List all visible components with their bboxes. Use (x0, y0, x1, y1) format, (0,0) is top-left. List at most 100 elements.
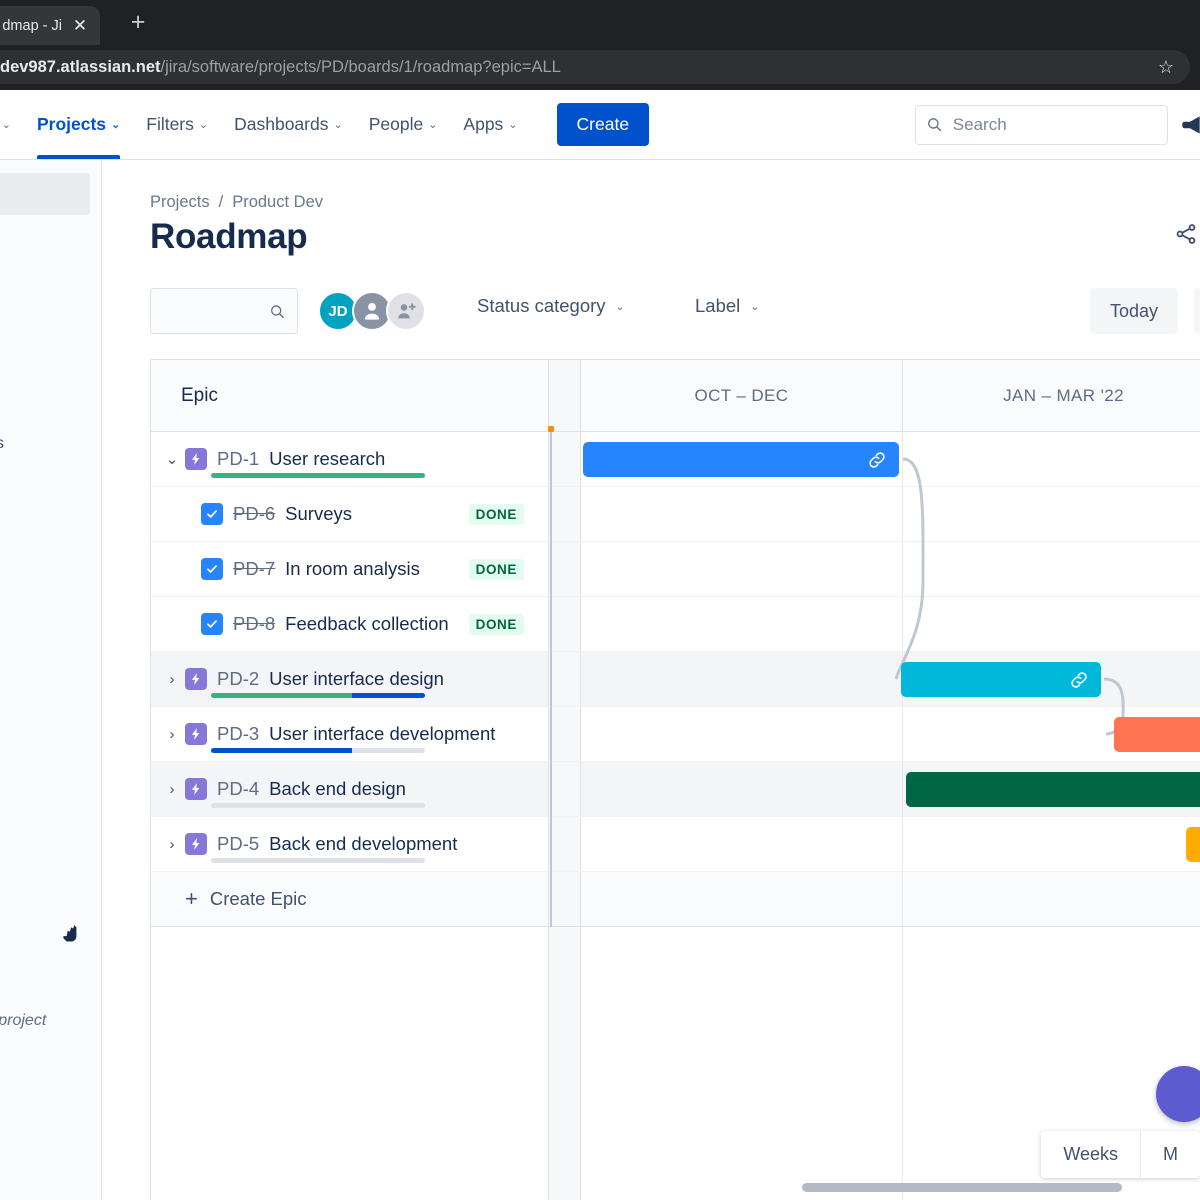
issue-key[interactable]: PD-7 (233, 558, 275, 580)
task-done-icon (201, 503, 223, 525)
nav-item-label: Apps (463, 114, 504, 134)
horizontal-scrollbar-thumb[interactable] (802, 1183, 1122, 1192)
progress-done-segment (211, 473, 425, 478)
app-body: s ed project Projects / Product Dev Road… (0, 160, 1200, 1200)
plus-icon: + (185, 886, 198, 911)
share-button[interactable]: Shar (1174, 222, 1200, 246)
project-sidebar: s ed project (0, 160, 102, 1200)
table-row[interactable]: PD-7 In room analysis DONE (151, 542, 1200, 597)
table-row[interactable]: › PD-3 User interface development (151, 707, 1200, 762)
url-host: dev987.atlassian.net (0, 57, 161, 76)
timeline-gutter-cell (549, 872, 581, 926)
announcement-megaphone-icon[interactable] (1178, 112, 1200, 138)
issue-summary[interactable]: Surveys (285, 503, 352, 525)
table-row[interactable]: PD-8 Feedback collection DONE (151, 597, 1200, 652)
issue-key[interactable]: PD-4 (217, 778, 259, 800)
child-issue-cell: PD-6 Surveys DONE (151, 487, 549, 541)
issue-key[interactable]: PD-3 (217, 723, 259, 745)
timeline-cell (581, 762, 903, 816)
timeline-bar-pd-3[interactable] (1114, 717, 1200, 752)
timeline-zoom-controls: Weeks M (1041, 1131, 1200, 1178)
create-epic-button[interactable]: + Create Epic (151, 872, 549, 926)
nav-item-dashboards[interactable]: Dashboards ⌄ (221, 90, 356, 159)
issue-key[interactable]: PD-5 (217, 833, 259, 855)
child-issue-cell: PD-7 In room analysis DONE (151, 542, 549, 596)
roadmap-search-box[interactable] (150, 288, 298, 334)
label-filter[interactable]: Label ⌄ (695, 295, 759, 317)
epic-cell: › PD-5 Back end development (151, 817, 549, 871)
create-epic-row[interactable]: + Create Epic (151, 872, 1200, 927)
timeline-bar-pd-4[interactable] (906, 772, 1200, 807)
nav-item-your-work[interactable]: k ⌄ (0, 90, 24, 159)
timeline-cell (581, 542, 903, 596)
sidebar-selected-item[interactable] (0, 173, 90, 215)
breadcrumb-product-dev[interactable]: Product Dev (232, 193, 323, 212)
new-tab-button[interactable]: + (123, 8, 153, 38)
bookmark-star-icon[interactable]: ☆ (1158, 57, 1174, 78)
status-badge[interactable]: DONE (468, 503, 524, 525)
status-badge[interactable]: DONE (468, 613, 524, 635)
expand-toggle-icon[interactable]: › (159, 726, 185, 743)
add-people-button[interactable] (386, 291, 426, 331)
expand-toggle-icon[interactable]: › (159, 781, 185, 798)
toolbar-overflow-button[interactable] (1194, 288, 1200, 334)
nav-item-people[interactable]: People ⌄ (356, 90, 451, 159)
zoom-months-button[interactable]: M (1140, 1131, 1200, 1178)
sidebar-item-label-fragment: s (0, 435, 4, 453)
issue-summary[interactable]: User research (269, 448, 385, 470)
issue-key[interactable]: PD-1 (217, 448, 259, 470)
breadcrumb-separator: / (218, 193, 224, 211)
task-done-icon (201, 558, 223, 580)
breadcrumb: Projects / Product Dev (150, 193, 323, 212)
browser-tab[interactable]: dmap - Ji ✕ (0, 6, 100, 45)
page-title: Roadmap (150, 217, 308, 256)
zoom-weeks-button[interactable]: Weeks (1041, 1131, 1140, 1178)
global-search-input[interactable] (952, 114, 1157, 135)
browser-tabstrip: dmap - Ji ✕ + (0, 0, 1200, 45)
nav-item-label: People (368, 114, 424, 134)
issue-key[interactable]: PD-8 (233, 613, 275, 635)
issue-summary[interactable]: Back end design (269, 778, 406, 800)
today-button[interactable]: Today (1090, 288, 1179, 334)
progress-bar (211, 473, 425, 478)
table-row[interactable]: › PD-5 Back end development (151, 817, 1200, 872)
status-badge[interactable]: DONE (468, 558, 524, 580)
issue-summary[interactable]: User interface design (269, 668, 444, 690)
url-input[interactable]: dev987.atlassian.net/jira/software/proje… (0, 50, 1190, 84)
nav-item-projects[interactable]: Projects ⌄ (24, 90, 133, 159)
roadmap-toolbar: JD Status category ⌄ Label ⌄ Today (150, 288, 1200, 338)
timeline-cell (903, 487, 1200, 541)
issue-key[interactable]: PD-6 (233, 503, 275, 525)
create-button[interactable]: Create (556, 103, 650, 146)
progress-done-segment (211, 693, 353, 698)
breadcrumb-projects[interactable]: Projects (150, 193, 210, 212)
status-category-filter[interactable]: Status category ⌄ (477, 295, 625, 317)
nav-item-label: Projects (36, 114, 107, 134)
issue-summary[interactable]: Feedback collection (285, 613, 449, 635)
chevron-down-icon: ⌄ (1, 119, 11, 131)
table-row[interactable]: PD-6 Surveys DONE (151, 487, 1200, 542)
timeline-bar-pd-1[interactable] (583, 442, 899, 477)
roadmap-body: ⌄ PD-1 User research PD-6 Surveys DONE P… (151, 426, 1200, 1200)
global-search-box[interactable] (915, 104, 1168, 145)
issue-summary[interactable]: In room analysis (285, 558, 420, 580)
nav-item-filters[interactable]: Filters ⌄ (133, 90, 221, 159)
timeline-bar-pd-5[interactable] (1186, 827, 1200, 862)
expand-toggle-icon[interactable]: › (159, 836, 185, 853)
nav-item-apps[interactable]: Apps ⌄ (450, 90, 530, 159)
epic-icon (185, 668, 207, 690)
timeline-cell (581, 652, 903, 706)
timeline-bar-pd-2[interactable] (901, 662, 1101, 697)
close-icon[interactable]: ✕ (70, 17, 90, 34)
expand-toggle-icon[interactable]: › (159, 671, 185, 688)
roadmap-grid: Epic OCT – DEC JAN – MAR '22 ⌄ PD-1 User… (150, 359, 1200, 1200)
issue-key[interactable]: PD-2 (217, 668, 259, 690)
task-done-icon (201, 613, 223, 635)
link-icon (869, 451, 885, 468)
expand-toggle-icon[interactable]: ⌄ (159, 450, 185, 468)
avatar-group: JD (318, 291, 426, 331)
issue-summary[interactable]: User interface development (269, 723, 495, 745)
roadmap-search-input[interactable] (163, 302, 269, 320)
horizontal-scrollbar[interactable] (802, 1183, 1160, 1192)
issue-summary[interactable]: Back end development (269, 833, 457, 855)
